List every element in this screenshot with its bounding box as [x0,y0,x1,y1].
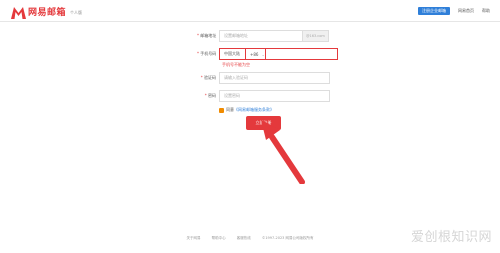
brand-name: 网易邮箱 [28,8,67,18]
phone-row: * 手机号码 中国大陆 +86 ⌄ [197,48,338,60]
country-select[interactable]: 中国大陆 [219,48,246,60]
code-label: * 验证码 [200,75,216,80]
password-input[interactable]: 设置密码 [219,90,330,102]
footer-link[interactable]: 客服热线 [237,236,251,240]
email-label: * 邮箱地址 [197,33,217,38]
agree-row: 同意《网易邮箱服务条款》 [219,107,274,113]
email-suffix: @163.com [303,30,329,42]
nav-home-link[interactable]: 网易首页 [458,8,474,14]
agree-text: 同意《网易邮箱服务条款》 [226,107,274,112]
nav-enterprise-link[interactable]: 注册企业邮箱 [418,7,450,15]
password-row: * 密码 设置密码 [197,90,330,102]
red-arrow-annotation [261,120,305,184]
email-input[interactable]: 设置邮箱地址 [219,30,303,42]
phone-input[interactable] [266,48,338,60]
phone-error: 手机号不能为空 [222,62,250,67]
nav-help-link[interactable]: 帮助 [482,8,490,14]
brand-sub: 个人版 [70,9,83,15]
country-code-select[interactable]: +86 ⌄ [246,48,266,60]
phone-label: * 手机号码 [197,51,217,56]
terms-link[interactable]: 《网易邮箱服务条款》 [234,107,274,112]
chevron-down-icon: ⌄ [261,51,265,57]
footer-copyright: ©1997-2023 网易公司版权所有 [261,236,314,240]
watermark: 爱创根知识网 [410,230,492,245]
netease-m-logo-icon [11,6,26,19]
footer-link[interactable]: 关于网易 [186,236,200,240]
top-nav: 注册企业邮箱 网易首页 帮助 [418,7,490,15]
agree-checkbox[interactable] [219,107,224,113]
password-label: * 密码 [204,93,216,98]
code-input[interactable]: 请输入验证码 [219,72,330,84]
code-row: * 验证码 请输入验证码 [197,72,330,84]
logo[interactable]: 网易邮箱 个人版 [11,5,83,19]
top-bar: 网易邮箱 个人版 注册企业邮箱 网易首页 帮助 [0,0,500,22]
email-row: * 邮箱地址 设置邮箱地址 @163.com [197,30,329,42]
footer-link[interactable]: 帮助中心 [212,236,226,240]
